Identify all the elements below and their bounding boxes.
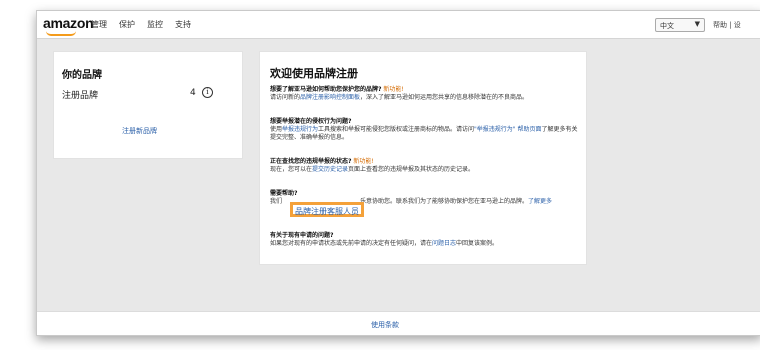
nav-item-support[interactable]: 支持 — [175, 19, 191, 30]
welcome-title: 欢迎使用品牌注册 — [270, 67, 358, 80]
help-settings-links[interactable]: 帮助 | 设 — [713, 20, 741, 30]
nav-item-manage[interactable]: 管理 — [91, 19, 107, 30]
submission-history-link[interactable]: 提交历史记录 — [312, 166, 348, 173]
case-log-link[interactable]: 问题日志 — [432, 240, 456, 247]
welcome-card: 欢迎使用品牌注册 想要了解亚马逊如何帮助您保护您的品牌? 新功能! 请访问新的品… — [259, 51, 587, 265]
section-text: 请访问新的 — [270, 94, 301, 101]
registered-brands-label: 注册品牌 — [62, 91, 99, 101]
section-text: 乐意协助您。联系我们为了能够协助保护您在亚马逊上的品牌。 — [360, 198, 529, 205]
section-question: 需要帮助? — [270, 190, 298, 197]
section-existing-application: 有关于现有申请的问题? 如果您对现有的申请状态或先前申请的决定有任何疑问，请在问… — [270, 232, 582, 248]
impact-dashboard-link[interactable]: 品牌注册影响控制面板 — [300, 94, 360, 101]
language-selected-value: 中文 — [660, 22, 674, 30]
page-footer: 使用条款 — [37, 311, 760, 335]
section-text: 我们 — [270, 198, 283, 205]
section-text: ，深入了解亚马逊如何运用您共享的信息移除潜在的不良商品。 — [360, 94, 529, 101]
new-feature-badge: 新功能! — [353, 158, 374, 165]
top-navigation-bar: amazon 管理 保护 监控 支持 中文 ▼ 帮助 | 设 — [37, 11, 760, 39]
section-learn-protection: 想要了解亚马逊如何帮助您保护您的品牌? 新功能! 请访问新的品牌注册影响控制面板… — [270, 86, 582, 102]
section-text: 页面上查看您的违规举报及其状态的历史记录。 — [348, 166, 475, 173]
section-text: 中回复该案例。 — [456, 240, 499, 247]
registered-brands-count: 4 — [190, 88, 196, 98]
section-text: 使用 — [270, 126, 283, 133]
section-question: 有关于现有申请的问题? — [270, 232, 334, 239]
nav-item-monitor[interactable]: 监控 — [147, 19, 163, 30]
learn-more-link[interactable]: 了解更多 — [528, 198, 552, 205]
browser-window: amazon 管理 保护 监控 支持 中文 ▼ 帮助 | 设 你的品牌 注册品牌… — [36, 10, 760, 336]
language-select[interactable]: 中文 ▼ — [655, 18, 705, 32]
amazon-logo[interactable]: amazon — [43, 15, 94, 31]
section-text: 工具搜索和举报可能侵犯您版权或注册商标的物品。请访问 — [318, 126, 475, 133]
new-feature-badge: 新功能! — [383, 86, 404, 93]
terms-of-use-link[interactable]: 使用条款 — [371, 320, 399, 330]
main-nav: 管理 保护 监控 支持 — [91, 19, 191, 30]
section-text: 现在，您可以在 — [270, 166, 313, 173]
your-brands-card: 你的品牌 注册品牌 4 i 注册新品牌 — [53, 51, 243, 159]
section-report-violation: 想要举报潜在的侵权行为问题? 使用举报违规行为工具搜索和举报可能侵犯您版权或注册… — [270, 118, 582, 142]
section-report-status: 正在查找您的违规举报的状态? 新功能! 现在，您可以在提交历史记录页面上查看您的… — [270, 158, 582, 174]
report-violation-link[interactable]: 举报违规行为 — [282, 126, 318, 133]
section-question: 正在查找您的违规举报的状态? — [270, 158, 352, 165]
report-violation-help-link[interactable]: "举报违规行为" 帮助页面 — [474, 126, 541, 133]
brand-registry-support-link[interactable]: 品牌注册客服人员 — [290, 202, 364, 217]
section-text: 如果您对现有的申请状态或先前申请的决定有任何疑问，请在 — [270, 240, 433, 247]
amazon-smile-icon — [46, 31, 76, 36]
nav-item-protect[interactable]: 保护 — [119, 19, 135, 30]
register-new-brand-link[interactable]: 注册新品牌 — [122, 126, 157, 136]
brands-card-title: 你的品牌 — [62, 70, 102, 81]
section-question: 想要了解亚马逊如何帮助您保护您的品牌? — [270, 86, 382, 93]
chevron-down-icon: ▼ — [694, 20, 700, 28]
info-icon[interactable]: i — [202, 87, 213, 98]
section-question: 想要举报潜在的侵权行为问题? — [270, 118, 352, 125]
